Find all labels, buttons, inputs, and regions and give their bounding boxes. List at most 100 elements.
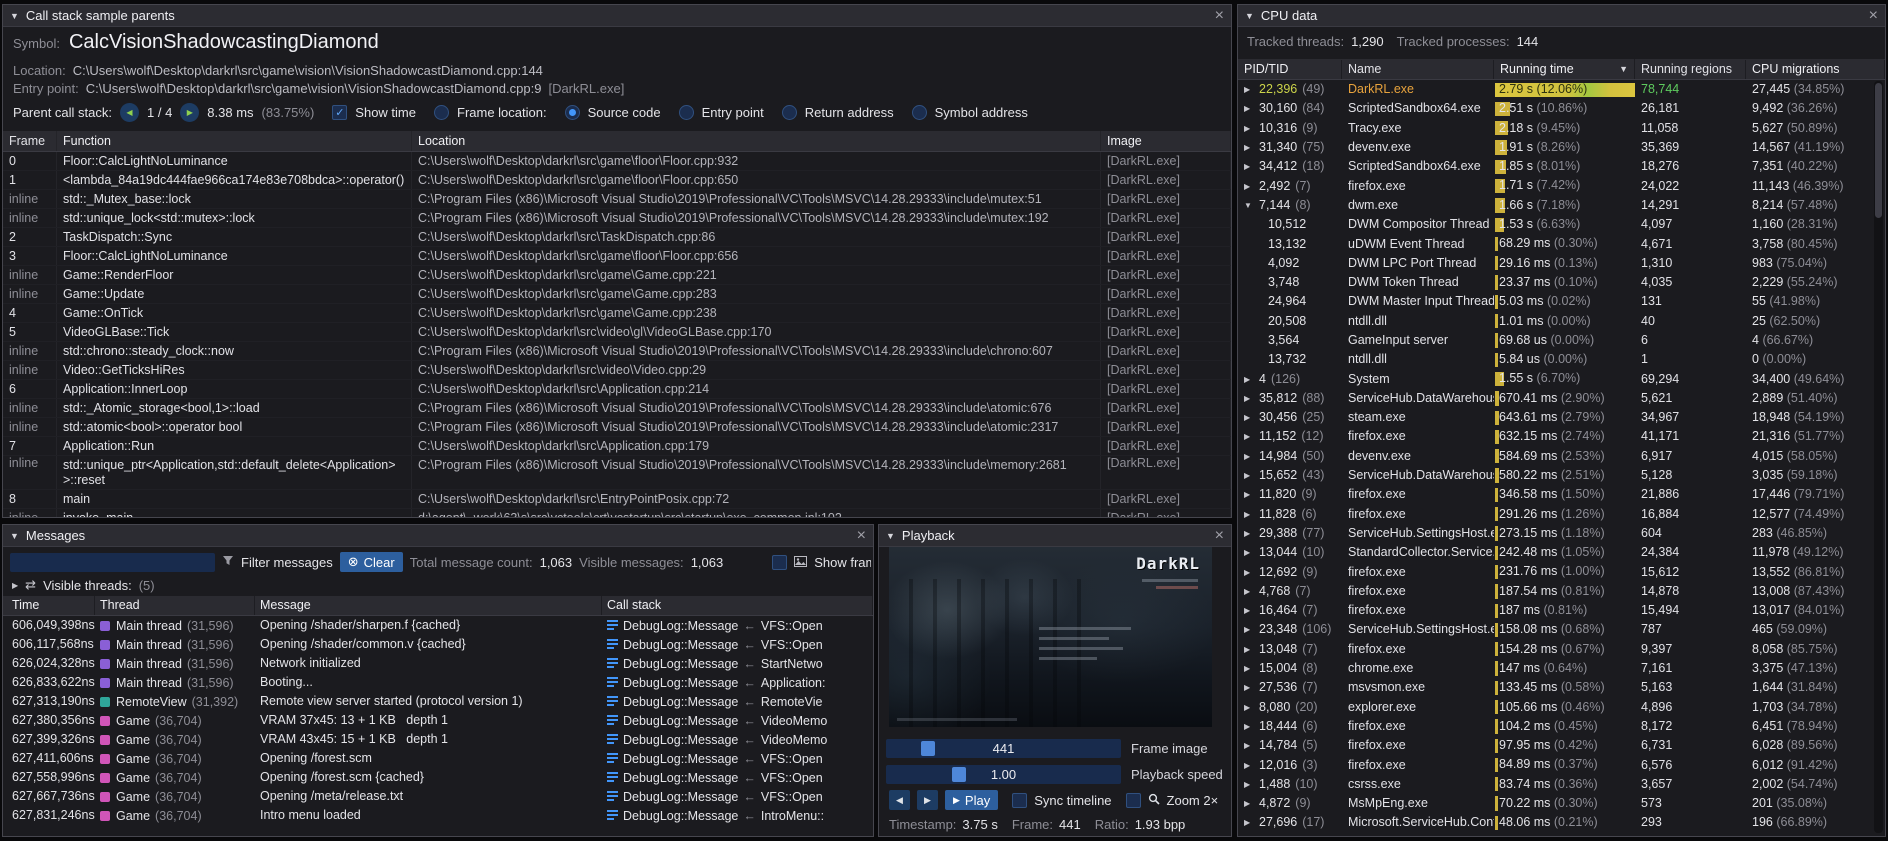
callstack-table-row[interactable]: 2TaskDispatch::SyncC:\Users\wolf\Desktop… [3, 228, 1231, 247]
message-row[interactable]: 606,117,568nsMain thread(31,596)Opening … [3, 635, 873, 654]
message-callstack[interactable]: DebugLog::Message←Application: [602, 673, 873, 692]
callstack-table-row[interactable]: 6Application::InnerLoopC:\Users\wolf\Des… [3, 380, 1231, 399]
expand-icon[interactable]: ▶ [1244, 138, 1259, 157]
radio-symbol-address[interactable] [912, 105, 927, 120]
expand-icon[interactable]: ▶ [1244, 466, 1259, 485]
close-icon[interactable]: × [1869, 9, 1878, 23]
cpu-row[interactable]: ▶15,004(8)chrome.exe147 ms (0.64%)7,1613… [1238, 659, 1885, 678]
cpu-row[interactable]: ▶23,348(106)ServiceHub.SettingsHost.exe1… [1238, 620, 1885, 639]
expand-icon[interactable]: ▶ [1244, 717, 1259, 736]
expand-icon[interactable]: ▶ [1244, 157, 1259, 176]
cpu-row[interactable]: 3,748DWM Token Thread23.37 ms (0.10%)4,0… [1238, 273, 1885, 292]
expand-icon[interactable]: ▶ [1244, 601, 1259, 620]
cpu-row[interactable]: ▶14,784(5)firefox.exe97.95 ms (0.42%)6,7… [1238, 736, 1885, 755]
callstack-table-row[interactable]: 8mainC:\Users\wolf\Desktop\darkrl\src\En… [3, 490, 1231, 509]
cpu-titlebar[interactable]: ▼ CPU data × [1238, 5, 1885, 27]
message-callstack[interactable]: DebugLog::Message←RemoteVie [602, 692, 873, 711]
expand-icon[interactable]: ▶ [1244, 389, 1259, 408]
message-callstack[interactable]: DebugLog::Message←VFS::Open [602, 787, 873, 806]
expand-icon[interactable]: ▶ [12, 581, 18, 590]
play-button[interactable]: ▶Play [945, 790, 998, 810]
callstack-table-row[interactable]: inlinestd::unique_ptr<Application,std::d… [3, 456, 1231, 490]
step-back-button[interactable]: ◀ [889, 790, 910, 810]
expand-icon[interactable]: ▶ [1244, 582, 1259, 601]
col-header-name[interactable]: Name [1342, 60, 1494, 79]
callstack-table-row[interactable]: inlinestd::atomic<bool>::operator boolC:… [3, 418, 1231, 437]
radio-source-code[interactable] [565, 105, 580, 120]
callstack-table-row[interactable]: 1<lambda_84a19dc444fae966ca174e83e708bdc… [3, 171, 1231, 190]
messages-titlebar[interactable]: ▼ Messages × [3, 525, 873, 547]
close-icon[interactable]: × [1215, 9, 1224, 23]
expand-icon[interactable]: ▶ [1244, 659, 1259, 678]
callstack-table-row[interactable]: inlinestd::unique_lock<std::mutex>::lock… [3, 209, 1231, 228]
expand-icon[interactable]: ▶ [1244, 505, 1259, 524]
cpu-row[interactable]: ▶30,456(25)steam.exe643.61 ms (2.79%)34,… [1238, 408, 1885, 427]
cpu-row[interactable]: ▼7,144(8)dwm.exe1.66 s (7.18%)14,2918,21… [1238, 196, 1885, 215]
cpu-row[interactable]: ▶18,444(6)firefox.exe104.2 ms (0.45%)8,1… [1238, 717, 1885, 736]
message-callstack[interactable]: DebugLog::Message←VFS::Open [602, 635, 873, 654]
callstack-icon[interactable] [607, 693, 618, 711]
callstack-icon[interactable] [607, 731, 618, 749]
cpu-scrollbar[interactable] [1874, 81, 1883, 833]
cpu-row[interactable]: 24,964DWM Master Input Thread5.03 ms (0.… [1238, 292, 1885, 311]
expand-icon[interactable]: ▶ [1244, 794, 1259, 813]
message-callstack[interactable]: DebugLog::Message←VideoMemo [602, 711, 873, 730]
message-row[interactable]: 626,833,622nsMain thread(31,596)Booting.… [3, 673, 873, 692]
cpu-row[interactable]: ▶22,396(49)DarkRL.exe2.79 s (12.06%)78,7… [1238, 80, 1885, 99]
playback-titlebar[interactable]: ▼ Playback × [879, 525, 1231, 547]
cpu-row[interactable]: ▶1,488(10)csrss.exe83.74 ms (0.36%)3,657… [1238, 775, 1885, 794]
cpu-row[interactable]: 13,732ntdll.dll5.84 us (0.00%)10 (0.00%) [1238, 350, 1885, 369]
cpu-row[interactable]: 13,132uDWM Event Thread68.29 ms (0.30%)4… [1238, 234, 1885, 253]
collapse-icon[interactable]: ▼ [886, 531, 895, 541]
col-header-cpu-migrations[interactable]: CPU migrations [1746, 60, 1885, 79]
expand-icon[interactable]: ▶ [1244, 620, 1259, 639]
callstack-icon[interactable] [607, 769, 618, 787]
callstack-table-row[interactable]: 5VideoGLBase::TickC:\Users\wolf\Desktop\… [3, 323, 1231, 342]
cpu-row[interactable]: ▶4,768(7)firefox.exe187.54 ms (0.81%)14,… [1238, 582, 1885, 601]
message-row[interactable]: 627,411,606nsGame(36,704)Opening /forest… [3, 749, 873, 768]
callstack-icon[interactable] [607, 750, 618, 768]
cpu-row[interactable]: ▶11,820(9)firefox.exe346.58 ms (1.50%)21… [1238, 485, 1885, 504]
close-icon[interactable]: × [857, 529, 866, 543]
callstack-icon[interactable] [607, 655, 618, 673]
message-row[interactable]: 606,049,398nsMain thread(31,596)Opening … [3, 616, 873, 635]
col-header-running-regions[interactable]: Running regions [1635, 60, 1746, 79]
prev-parent-button[interactable]: ◀ [120, 103, 139, 122]
expand-icon[interactable]: ▶ [1244, 736, 1259, 755]
show-time-checkbox[interactable] [332, 105, 347, 120]
close-icon[interactable]: × [1215, 529, 1224, 543]
show-frame-checkbox[interactable] [772, 555, 787, 570]
message-callstack[interactable]: DebugLog::Message←StartNetwo [602, 654, 873, 673]
callstack-table-row[interactable]: inlineVideo::GetTicksHiResC:\Users\wolf\… [3, 361, 1231, 380]
cpu-row[interactable]: ▶13,048(7)firefox.exe154.28 ms (0.67%)9,… [1238, 640, 1885, 659]
radio-return-address[interactable] [782, 105, 797, 120]
callstack-table-row[interactable]: inlineGame::RenderFloorC:\Users\wolf\Des… [3, 266, 1231, 285]
cpu-row[interactable]: ▶4,872(9)MsMpEng.exe70.22 ms (0.30%)5732… [1238, 794, 1885, 813]
callstack-table-row[interactable]: inlinestd::chrono::steady_clock::nowC:\P… [3, 342, 1231, 361]
callstack-icon[interactable] [607, 617, 618, 635]
cpu-row[interactable]: ▶35,812(88)ServiceHub.DataWarehouseHost.… [1238, 389, 1885, 408]
expand-icon[interactable]: ▶ [1244, 447, 1259, 466]
cpu-row[interactable]: ▶15,652(43)ServiceHub.DataWarehouseHost.… [1238, 466, 1885, 485]
callstack-table-row[interactable]: inlinestd::_Mutex_base::lockC:\Program F… [3, 190, 1231, 209]
frame-image-slider[interactable]: 441 [886, 739, 1121, 758]
message-row[interactable]: 627,380,356nsGame(36,704)VRAM 37x45: 13 … [3, 711, 873, 730]
callstack-icon[interactable] [607, 807, 618, 825]
cpu-row[interactable]: ▶34,412(18)ScriptedSandbox64.exe1.85 s (… [1238, 157, 1885, 176]
expand-icon[interactable]: ▶ [1244, 80, 1259, 99]
cpu-row[interactable]: 10,512DWM Compositor Thread1.53 s (6.63%… [1238, 215, 1885, 234]
message-row[interactable]: 627,831,246nsGame(36,704)Intro menu load… [3, 806, 873, 825]
message-row[interactable]: 627,667,736nsGame(36,704)Opening /meta/r… [3, 787, 873, 806]
message-row[interactable]: 627,399,326nsGame(36,704)VRAM 43x45: 15 … [3, 730, 873, 749]
cpu-row[interactable]: ▶31,340(75)devenv.exe1.91 s (8.26%)35,36… [1238, 138, 1885, 157]
callstack-table-row[interactable]: 0Floor::CalcLightNoLuminanceC:\Users\wol… [3, 152, 1231, 171]
cpu-row[interactable]: ▶27,536(7)msvsmon.exe133.45 ms (0.58%)5,… [1238, 678, 1885, 697]
col-header-running-time[interactable]: Running time▼ [1494, 59, 1635, 79]
message-callstack[interactable]: DebugLog::Message←IntroMenu:: [602, 806, 873, 825]
cpu-row[interactable]: ▶30,160(84)ScriptedSandbox64.exe2.51 s (… [1238, 99, 1885, 118]
collapse-icon[interactable]: ▼ [1245, 11, 1254, 21]
expand-icon[interactable]: ▶ [1244, 427, 1259, 446]
cpu-row[interactable]: ▶11,828(6)firefox.exe291.26 ms (1.26%)16… [1238, 505, 1885, 524]
expand-icon[interactable]: ▶ [1244, 524, 1259, 543]
radio-entry-point[interactable] [679, 105, 694, 120]
